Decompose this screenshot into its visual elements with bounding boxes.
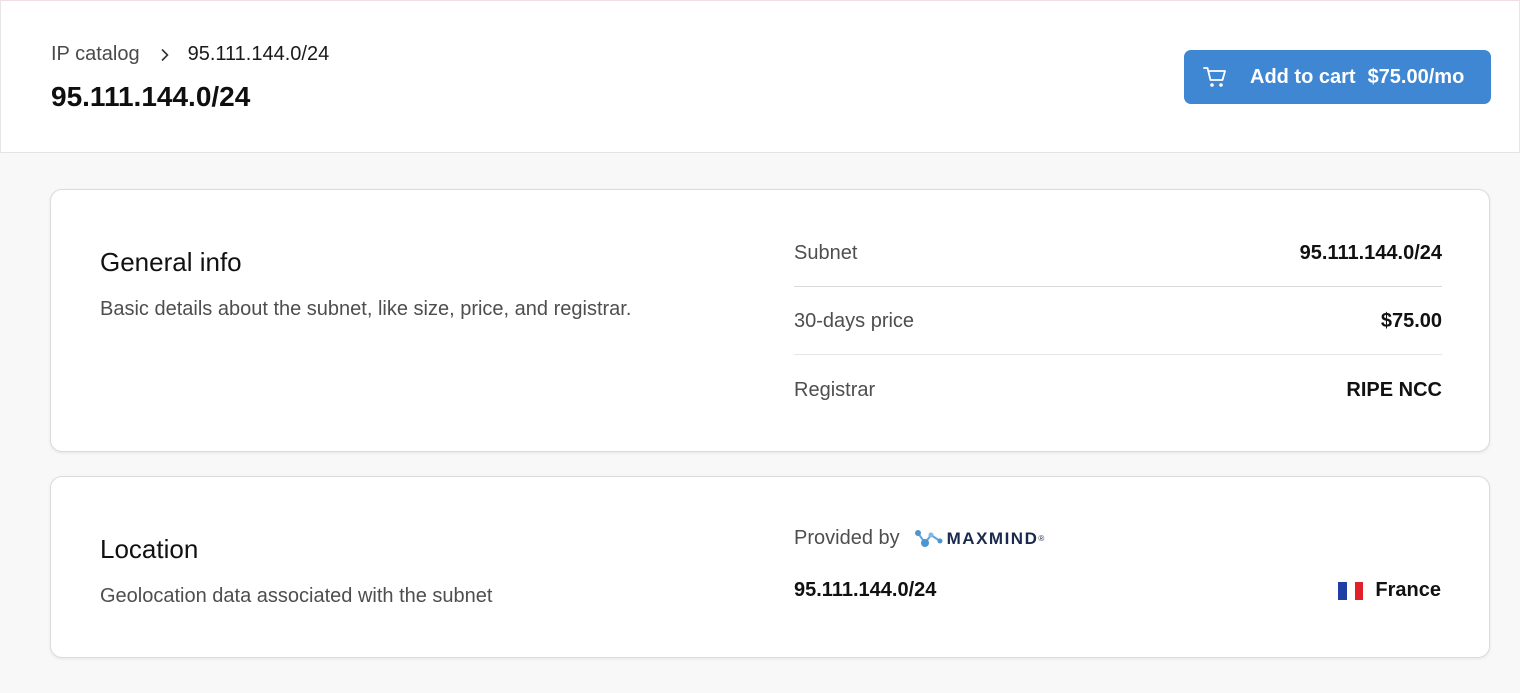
info-row-value: 95.111.144.0/24 [1299,241,1442,264]
breadcrumb: IP catalog 95.111.144.0/24 [51,43,329,66]
location-title: Location [100,534,199,564]
breadcrumb-current: 95.111.144.0/24 [187,43,330,65]
info-row-value: RIPE NCC [1346,378,1442,401]
maxmind-wordmark: MAXMIND [946,528,1039,548]
info-row-price: 30-days price $75.00 [794,288,1442,355]
add-to-cart-text: Add to cart [1250,66,1356,88]
add-to-cart-button[interactable]: Add to cart $75.00/mo [1184,50,1491,104]
maxmind-registered-mark: ® [1038,534,1045,543]
add-to-cart-label: Add to cart $75.00/mo [1250,66,1464,89]
info-row-value: $75.00 [1380,309,1442,332]
location-country: France [1338,579,1441,602]
add-to-cart-price: $75.00/mo [1367,66,1465,88]
chevron-right-icon [160,48,170,62]
general-info-card: General info Basic details about the sub… [50,189,1490,452]
maxmind-logo[interactable]: MAXMIND ® [914,528,1045,550]
page-title: 95.111.144.0/24 [51,81,251,112]
info-row-subnet: Subnet 95.111.144.0/24 [794,220,1442,287]
info-row-label: Registrar [794,378,876,401]
location-card: Location Geolocation data associated wit… [50,476,1490,658]
france-flag-icon [1338,581,1364,600]
provided-by: Provided by MAXMIND ® [794,527,1044,550]
breadcrumb-ip-catalog-link[interactable]: IP catalog [51,43,140,66]
info-row-label: 30-days price [794,309,915,332]
maxmind-network-icon [914,529,943,547]
page-header: IP catalog 95.111.144.0/24 95.111.144.0/… [0,1,1520,153]
location-subnet: 95.111.144.0/24 [794,579,937,601]
location-description: Geolocation data associated with the sub… [100,585,493,607]
country-name: France [1375,579,1441,601]
info-row-registrar: Registrar RIPE NCC [794,356,1442,424]
provided-by-label: Provided by [794,527,900,549]
general-info-title: General info [100,247,242,277]
cart-icon [1202,65,1228,89]
general-info-description: Basic details about the subnet, like siz… [100,298,632,320]
info-row-label: Subnet [794,241,858,264]
